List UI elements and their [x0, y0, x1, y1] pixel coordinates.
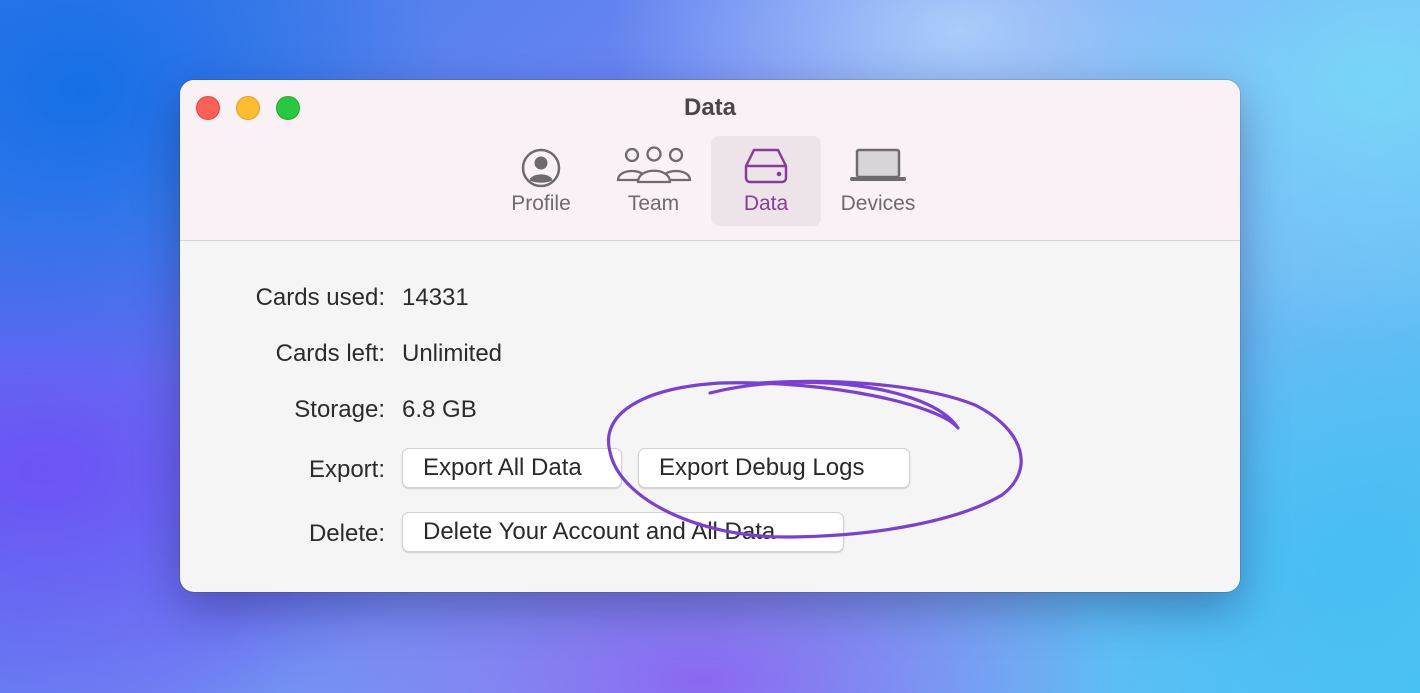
titlebar: Data Profile Team Data Devices	[180, 80, 1240, 241]
tab-data-label: Data	[743, 192, 789, 215]
window-title: Data	[683, 94, 737, 121]
laptop-icon	[848, 146, 908, 191]
storage-value: 6.8 GB	[402, 396, 477, 423]
drive-icon	[742, 146, 790, 191]
tab-profile[interactable]: Profile	[496, 136, 586, 226]
cards-used-value: 14331	[402, 284, 469, 311]
tab-devices[interactable]: Devices	[830, 136, 926, 226]
cards-used-label: Cards used:	[255, 284, 385, 311]
export-all-data-button[interactable]: Export All Data	[402, 448, 622, 488]
person-circle-icon	[519, 146, 563, 195]
tab-devices-label: Devices	[840, 192, 916, 215]
settings-window: Data Profile Team Data Devices Cards use…	[180, 80, 1240, 592]
team-icon	[616, 146, 692, 191]
delete-account-button[interactable]: Delete Your Account and All Data	[402, 512, 844, 552]
storage-label: Storage:	[294, 396, 385, 423]
delete-label: Delete:	[308, 520, 385, 547]
cards-left-label: Cards left:	[275, 340, 385, 367]
cards-left-value: Unlimited	[402, 340, 503, 367]
tab-data[interactable]: Data	[711, 136, 821, 226]
export-debug-logs-button[interactable]: Export Debug Logs	[638, 448, 910, 488]
tab-team[interactable]: Team	[606, 136, 701, 226]
tab-team-label: Team	[627, 192, 680, 215]
tab-profile-label: Profile	[511, 192, 571, 215]
export-label: Export:	[308, 456, 385, 483]
